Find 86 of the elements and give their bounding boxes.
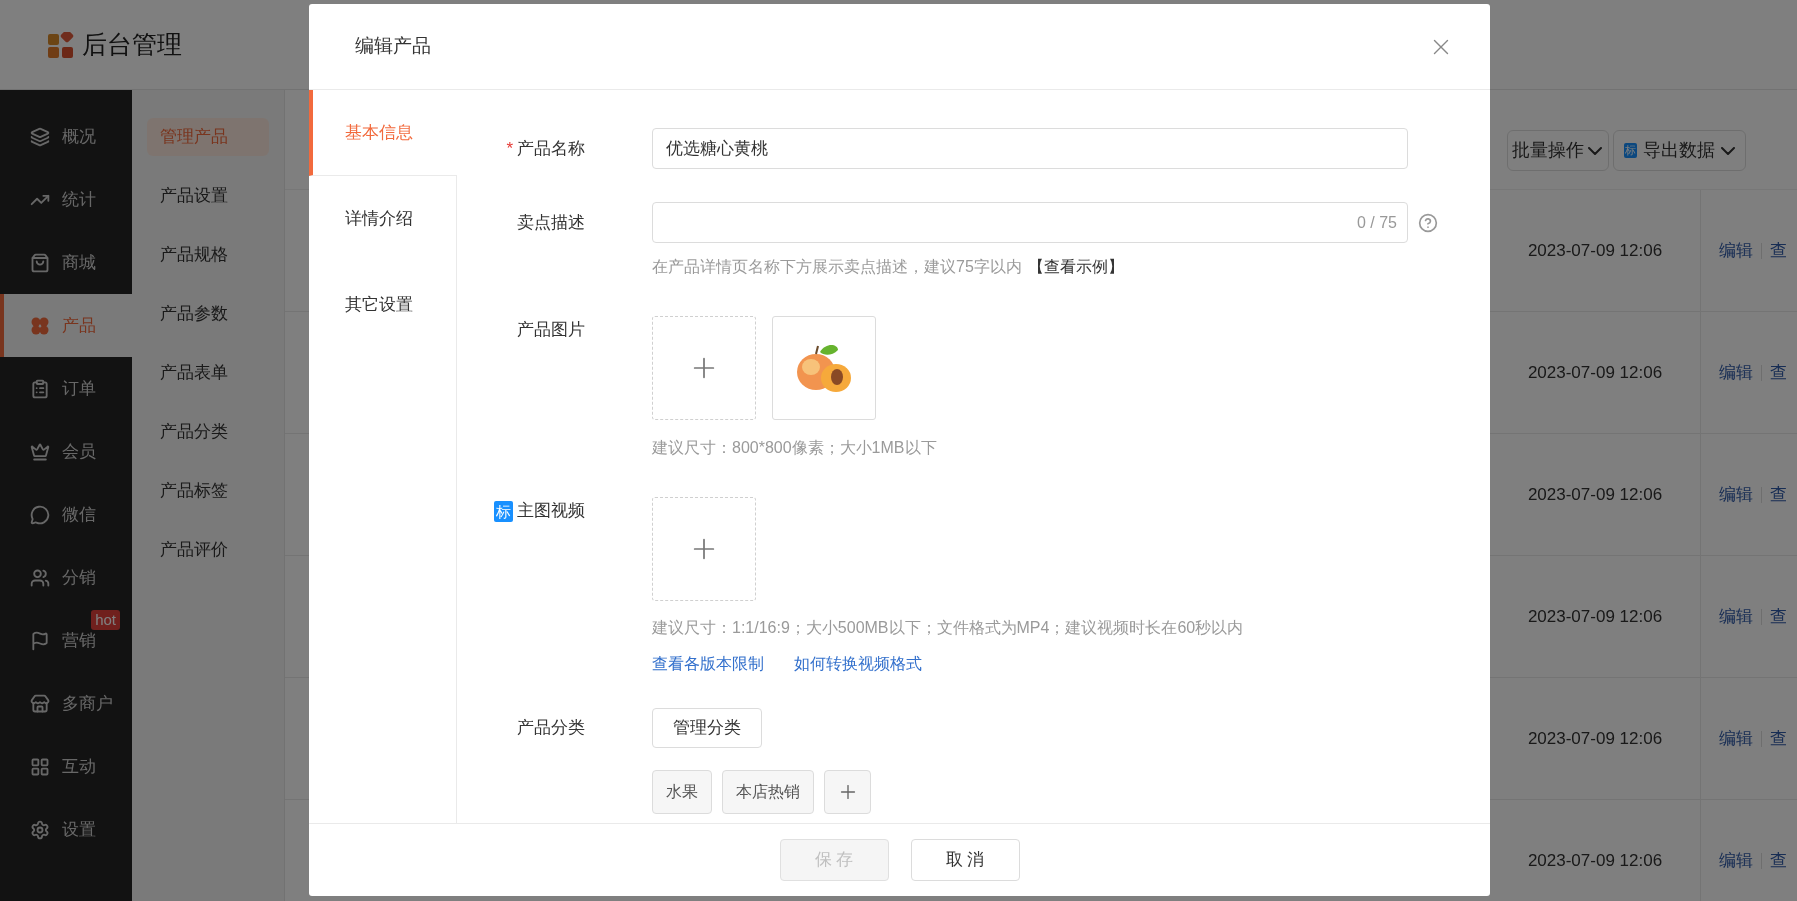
field-label: 主图视频 bbox=[517, 500, 585, 523]
flag-icon bbox=[30, 630, 50, 651]
sidebar-item[interactable]: 互动 bbox=[0, 735, 132, 798]
image-thumbnail[interactable] bbox=[772, 316, 876, 420]
dialog-title: 编辑产品 bbox=[355, 34, 431, 59]
submenu-item[interactable]: 产品设置 bbox=[147, 177, 269, 215]
sidebar-item[interactable]: 产品 bbox=[0, 294, 132, 357]
table-link[interactable]: 查 bbox=[1770, 725, 1787, 752]
side-tab[interactable]: 其它设置 bbox=[309, 262, 456, 348]
table-cell-text: 2023-07-09 12:06 bbox=[1526, 605, 1664, 628]
category-tag[interactable]: 水果 bbox=[652, 770, 712, 814]
submenu-item[interactable]: 产品标签 bbox=[147, 472, 269, 510]
field-label: 产品名称 bbox=[517, 137, 585, 160]
layers-icon bbox=[30, 126, 50, 147]
tag-badge: 标 bbox=[494, 500, 513, 522]
submenu-item[interactable]: 产品规格 bbox=[147, 236, 269, 274]
users-icon bbox=[30, 567, 50, 588]
dialog-button[interactable]: 取 消 bbox=[910, 839, 1020, 881]
crown-icon bbox=[30, 441, 50, 462]
required-mark: * bbox=[506, 137, 513, 160]
clipboard-icon bbox=[30, 378, 50, 399]
petals-icon bbox=[30, 315, 50, 336]
category-tag[interactable]: 本店热销 bbox=[722, 770, 814, 814]
help-link[interactable]: 查看各版本限制 bbox=[652, 653, 764, 675]
sidebar-item[interactable]: 概况 bbox=[0, 105, 132, 168]
chat-icon bbox=[30, 504, 50, 525]
table-link[interactable]: 编辑 bbox=[1719, 603, 1753, 630]
table-link[interactable]: 查 bbox=[1770, 481, 1787, 508]
add-tag-button[interactable] bbox=[824, 770, 871, 814]
bag-icon bbox=[30, 252, 50, 273]
table-link[interactable]: 查 bbox=[1770, 359, 1787, 386]
sidebar-item[interactable]: 设置 bbox=[0, 798, 132, 861]
hint-text: 在产品详情页名称下方展示卖点描述，建议75字以内 bbox=[652, 257, 1022, 277]
submenu-item[interactable]: 管理产品 bbox=[147, 118, 269, 156]
table-link[interactable]: 查 bbox=[1770, 603, 1787, 630]
table-link[interactable]: 编辑 bbox=[1719, 237, 1753, 264]
submenu-item[interactable]: 产品参数 bbox=[147, 295, 269, 333]
side-tab[interactable]: 详情介绍 bbox=[309, 176, 456, 262]
dropdown-button[interactable]: 批量操作 bbox=[1507, 130, 1609, 171]
help-link[interactable]: 如何转换视频格式 bbox=[794, 653, 922, 675]
sidebar-item[interactable]: hot 营销 bbox=[0, 609, 132, 672]
grid-icon bbox=[30, 756, 50, 777]
field-label: 产品图片 bbox=[517, 319, 585, 342]
sidebar-item[interactable]: 微信 bbox=[0, 483, 132, 546]
submenu-item[interactable]: 产品评价 bbox=[147, 531, 269, 569]
table-cell-text: 2023-07-09 12:06 bbox=[1526, 727, 1664, 750]
text-input[interactable]: 0 / 75 bbox=[652, 202, 1408, 243]
upload-box[interactable] bbox=[652, 497, 756, 601]
app-title: 后台管理 bbox=[82, 28, 182, 60]
field-label: 产品分类 bbox=[517, 717, 585, 740]
hint-text: 建议尺寸：800*800像素；大小1MB以下 bbox=[652, 438, 937, 458]
chevron-down-icon bbox=[1721, 146, 1735, 155]
table-link[interactable]: 编辑 bbox=[1719, 847, 1753, 874]
table-link[interactable]: 查 bbox=[1770, 847, 1787, 874]
upload-box[interactable] bbox=[652, 316, 756, 420]
table-link[interactable]: 查 bbox=[1770, 237, 1787, 264]
sidebar-item[interactable]: 商城 bbox=[0, 231, 132, 294]
table-cell-text: 2023-07-09 12:06 bbox=[1526, 483, 1664, 506]
side-tab[interactable]: 基本信息 bbox=[309, 90, 457, 176]
table-cell-text: 2023-07-09 12:06 bbox=[1526, 239, 1664, 262]
manage-category-button[interactable]: 管理分类 bbox=[652, 708, 762, 748]
table-cell-text: 2023-07-09 12:06 bbox=[1526, 849, 1664, 872]
submenu-item[interactable]: 产品表单 bbox=[147, 354, 269, 392]
hint-text: 建议尺寸：1:1/16:9；大小500MB以下；文件格式为MP4；建议视频时长在60秒以内 bbox=[652, 618, 1244, 638]
sidebar-item[interactable]: 统计 bbox=[0, 168, 132, 231]
chevron-down-icon bbox=[1588, 146, 1602, 155]
settings-icon bbox=[30, 819, 50, 840]
table-link[interactable]: 编辑 bbox=[1719, 481, 1753, 508]
example-link[interactable]: 【查看示例】 bbox=[1027, 256, 1124, 278]
table-link[interactable]: 编辑 bbox=[1719, 725, 1753, 752]
sidebar-item[interactable]: 多商户 bbox=[0, 672, 132, 735]
store-icon bbox=[30, 693, 50, 714]
text-input[interactable]: 优选糖心黄桃 bbox=[652, 128, 1408, 169]
tag-badge: 标 bbox=[1624, 143, 1637, 158]
help-icon[interactable] bbox=[1418, 212, 1438, 233]
sidebar-item[interactable]: 分销 bbox=[0, 546, 132, 609]
table-link[interactable]: 编辑 bbox=[1719, 359, 1753, 386]
sidebar-item[interactable]: 会员 bbox=[0, 420, 132, 483]
submenu-item[interactable]: 产品分类 bbox=[147, 413, 269, 451]
field-label: 卖点描述 bbox=[517, 211, 585, 234]
table-cell-text: 2023-07-09 12:06 bbox=[1526, 361, 1664, 384]
char-counter: 0 / 75 bbox=[1356, 212, 1397, 233]
sidebar-item[interactable]: 订单 bbox=[0, 357, 132, 420]
logo-icon bbox=[48, 31, 74, 58]
dropdown-button[interactable]: 标 导出数据 bbox=[1613, 130, 1746, 171]
hot-badge: hot bbox=[91, 610, 120, 630]
